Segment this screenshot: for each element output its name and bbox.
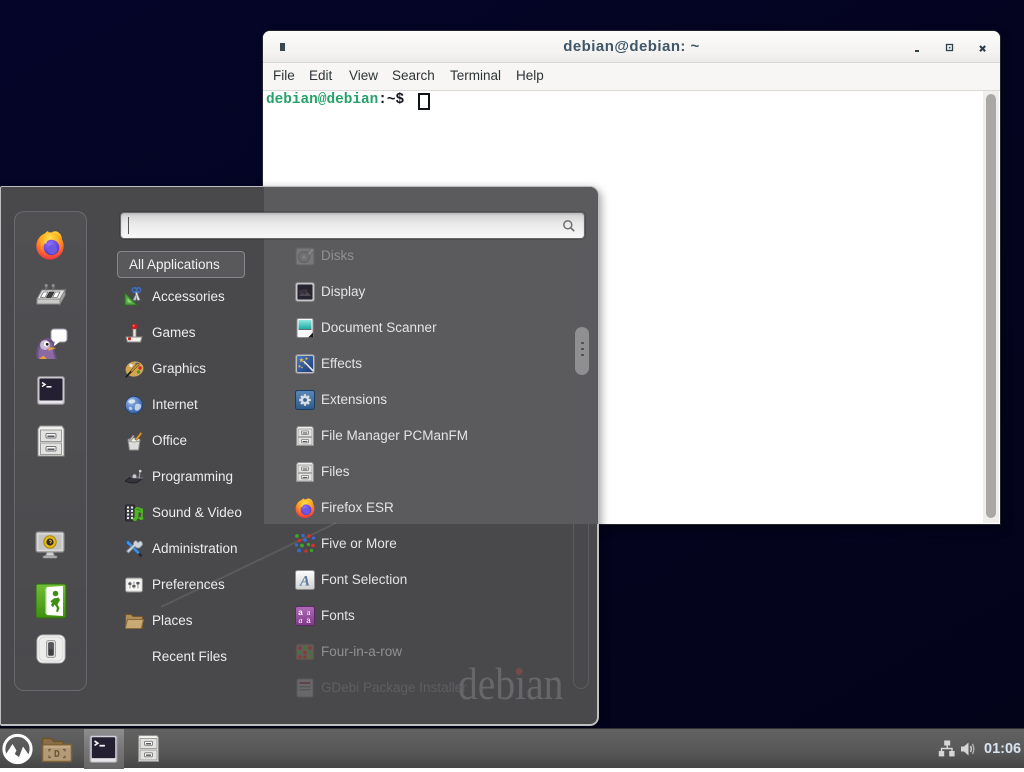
svg-text:A: A	[299, 574, 310, 590]
svg-text:a: a	[307, 608, 311, 617]
svg-text:a: a	[299, 616, 303, 625]
svg-text:a: a	[306, 617, 311, 626]
